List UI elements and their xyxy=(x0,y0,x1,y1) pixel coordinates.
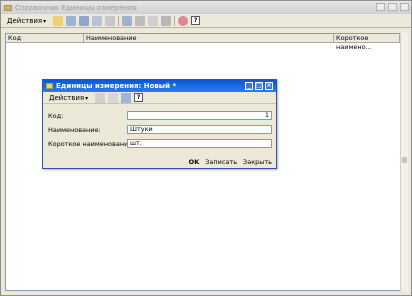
dialog-buttons: OK Записать Закрыть xyxy=(189,158,272,166)
scrollbar-grip[interactable] xyxy=(402,157,407,163)
code-field[interactable]: 1 xyxy=(127,111,272,120)
edit-icon[interactable] xyxy=(92,15,103,26)
refresh-icon[interactable] xyxy=(178,15,189,26)
filter-icon[interactable] xyxy=(122,15,133,26)
help-icon[interactable]: ? xyxy=(134,93,144,102)
list-scrollbar[interactable] xyxy=(400,33,408,291)
dialog-actions-menu[interactable]: Действия xyxy=(46,94,91,102)
hierarchy-icon[interactable] xyxy=(135,15,146,26)
delete-icon[interactable] xyxy=(105,15,116,26)
dialog-form: Код: 1 Наименование: Штуки Короткое наим… xyxy=(43,104,276,156)
minimize-icon[interactable]: _ xyxy=(245,82,253,90)
catalog-icon xyxy=(4,4,12,11)
name-field[interactable]: Штуки xyxy=(127,125,272,134)
short-name-field[interactable]: шт. xyxy=(127,139,272,148)
unit-edit-dialog: Единицы измерения: Новый * _ □ × Действи… xyxy=(42,79,277,169)
maximize-icon[interactable]: □ xyxy=(255,82,263,90)
catalog-icon xyxy=(46,83,53,89)
short-name-row: Короткое наименование: xyxy=(48,139,135,148)
short-name-label: Короткое наименование: xyxy=(48,139,135,148)
name-label: Наименование: xyxy=(48,125,101,134)
help-icon[interactable]: ? xyxy=(191,16,201,25)
code-label: Код: xyxy=(48,111,64,120)
tree-icon[interactable] xyxy=(148,15,159,26)
column-header-short-name[interactable]: Короткое наимено... xyxy=(334,34,400,51)
ok-button[interactable]: OK xyxy=(189,158,200,166)
structure-icon[interactable] xyxy=(121,92,132,103)
toolbar-separator xyxy=(118,15,120,26)
dialog-title: Единицы измерения: Новый * xyxy=(56,82,177,90)
code-row: Код: xyxy=(48,111,63,120)
maximize-icon[interactable] xyxy=(388,3,397,11)
column-header-name[interactable]: Наименование xyxy=(84,34,334,42)
dialog-title-bar: Единицы измерения: Новый * _ □ × xyxy=(43,80,276,92)
main-title-bar: Справочник Единицы измерения xyxy=(1,1,411,14)
close-icon[interactable]: × xyxy=(265,82,273,90)
name-row: Наименование: xyxy=(48,125,101,134)
column-header-code[interactable]: Код xyxy=(6,34,84,42)
main-toolbar: Действия ? xyxy=(1,14,411,28)
toolbar-separator xyxy=(174,15,176,26)
dialog-toolbar: Действия ? xyxy=(43,92,276,104)
sort-icon[interactable] xyxy=(161,15,172,26)
copy-icon[interactable] xyxy=(66,15,77,26)
close-button[interactable]: Закрыть xyxy=(243,158,272,166)
list-header: Код Наименование Короткое наимено... xyxy=(6,34,400,51)
copy-icon[interactable] xyxy=(108,92,119,103)
actions-menu[interactable]: Действия xyxy=(4,17,49,25)
minimize-icon[interactable] xyxy=(376,3,385,11)
add-icon[interactable] xyxy=(53,15,64,26)
save-button[interactable]: Записать xyxy=(205,158,237,166)
save-icon[interactable] xyxy=(95,92,106,103)
close-icon[interactable] xyxy=(400,3,409,11)
add-group-icon[interactable] xyxy=(79,15,90,26)
main-window-title: Справочник Единицы измерения xyxy=(15,3,137,12)
